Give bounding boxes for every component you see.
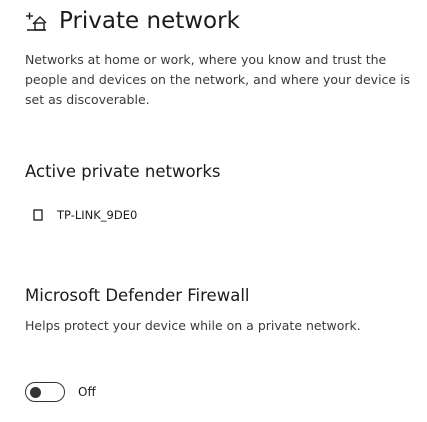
active-networks-heading: Active private networks	[25, 162, 221, 181]
page-title: Private network	[59, 8, 240, 34]
network-list-item: TP-LINK_9DE0	[33, 205, 137, 225]
network-adapter-icon	[33, 209, 43, 221]
firewall-toggle-row: Off	[25, 381, 96, 403]
page-header: Private network	[25, 6, 240, 36]
page-description: Networks at home or work, where you know…	[25, 52, 411, 107]
firewall-description: Helps protect your device while on a pri…	[25, 318, 361, 333]
network-name: TP-LINK_9DE0	[57, 208, 138, 222]
toggle-knob	[30, 386, 41, 398]
house-network-icon	[26, 12, 47, 31]
toggle-state-label: Off	[78, 385, 96, 399]
firewall-toggle[interactable]	[25, 382, 65, 402]
firewall-heading: Microsoft Defender Firewall	[25, 286, 250, 305]
